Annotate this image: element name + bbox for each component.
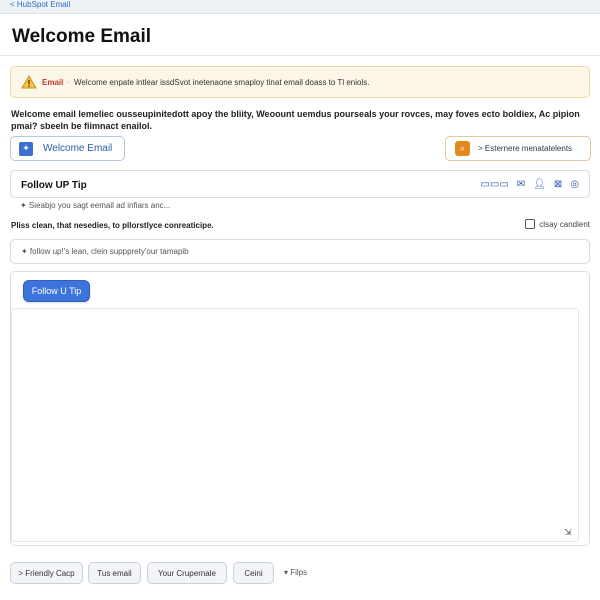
format-icon[interactable]: ▭▭▭ (480, 178, 508, 190)
search-icon: ⌕ (455, 141, 470, 156)
top-nav-bar: < HubSpot Email (0, 0, 600, 14)
resize-handle-icon[interactable]: ⇲ (564, 527, 574, 537)
settings-icon[interactable]: ◎ (570, 178, 579, 190)
extension-button[interactable]: ⌕ > Esternere menatatelents (445, 136, 591, 161)
follow-up-tip-bar: Follow UP Tip ▭▭▭ ✉ 👤︎ ⊠ ◎ (10, 170, 590, 198)
clear-icon (525, 219, 536, 229)
mail-icon[interactable]: ✉ (517, 178, 525, 190)
tus-email-button[interactable]: Tus email (88, 562, 141, 584)
alert-tag: Email (42, 77, 64, 87)
clear-content-link[interactable]: clsay candient (525, 219, 590, 229)
alert-separator: · (67, 77, 71, 87)
description-text: Welcome email lemeliec ousseupinitedott … (11, 109, 580, 131)
page-title: Welcome Email (12, 26, 152, 47)
friendly-button[interactable]: > Friendly Cacp (10, 562, 83, 584)
email-body-editor[interactable]: ⇲ (11, 308, 579, 542)
editor-panel: Follow U Tip ⇲ (10, 271, 590, 546)
alert-banner: Email · Welcome enpate intlear issdSvot … (10, 66, 590, 98)
clear-link-label: clsay candient (539, 219, 590, 229)
warning-icon (21, 75, 37, 89)
welcome-email-label: Welcome Email (43, 143, 113, 154)
ceini-button[interactable]: Ceini (233, 562, 274, 584)
extension-button-label: > Esternere menatatelents (478, 144, 573, 153)
footer-actions: > Friendly Cacp Tus email Your Crupernal… (0, 558, 600, 588)
welcome-email-button[interactable]: ✦ Welcome Email (10, 136, 125, 161)
sub-hint-text: ✦ Sieabjo you sagt eemail ad infiars anc… (20, 201, 171, 210)
alert-message: Welcome enpate intlear issdSvot inetenao… (74, 77, 370, 87)
your-crupernale-button[interactable]: Your Crupernale (147, 562, 227, 584)
page-header: Welcome Email (0, 14, 600, 56)
instruction-text: Pliss clean, that nesedies, to pllorstly… (11, 221, 214, 230)
tip-toolbar: ▭▭▭ ✉ 👤︎ ⊠ ◎ (480, 178, 579, 190)
follow-up-input[interactable]: ✦ follow up!'s lean, clein suppprety'our… (10, 239, 590, 264)
sparkle-icon: ✦ (19, 141, 33, 156)
filps-dropdown[interactable]: ▾ Filps (284, 568, 307, 577)
breadcrumb-link[interactable]: < HubSpot Email (10, 0, 70, 9)
user-icon[interactable]: 👤︎ (533, 178, 546, 190)
envelope-icon[interactable]: ⊠ (554, 178, 562, 190)
follow-up-tip-button[interactable]: Follow U Tip (23, 280, 90, 302)
tip-title: Follow UP Tip (21, 180, 87, 191)
